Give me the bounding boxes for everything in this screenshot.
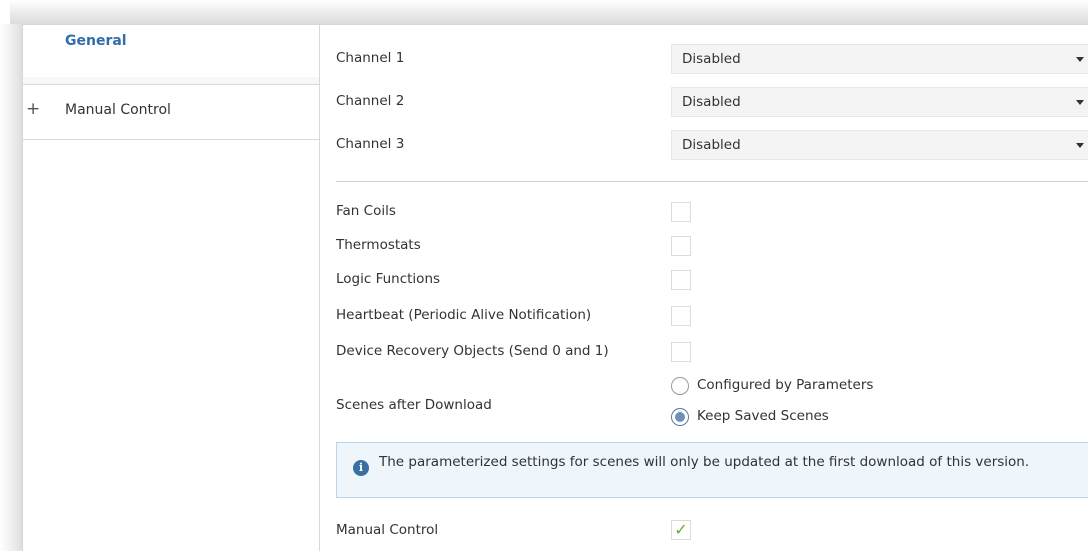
chevron-down-icon — [1076, 100, 1084, 105]
parameters-window: General + Manual Control Channel 1 Disab… — [22, 24, 1088, 551]
window-shadow-left — [0, 24, 22, 551]
fan-coils-checkbox[interactable] — [671, 202, 691, 222]
sidebar-spacer — [23, 77, 319, 84]
sidebar-item-manual-control[interactable]: + Manual Control — [23, 84, 319, 140]
logic-functions-label: Logic Functions — [336, 271, 441, 287]
info-box: i The parameterized settings for scenes … — [336, 442, 1088, 498]
window-shadow-top — [10, 0, 1088, 24]
channel-3-select[interactable]: Disabled — [671, 130, 1088, 160]
fan-coils-label: Fan Coils — [336, 203, 396, 219]
channel-1-label: Channel 1 — [336, 50, 405, 66]
channel-3-label: Channel 3 — [336, 136, 405, 152]
configured-by-parameters-radio[interactable] — [671, 377, 689, 395]
channel-2-value: Disabled — [682, 94, 741, 110]
channel-2-select[interactable]: Disabled — [671, 87, 1088, 117]
configured-by-parameters-label[interactable]: Configured by Parameters — [697, 377, 873, 393]
channel-2-label: Channel 2 — [336, 93, 405, 109]
parameters-panel: Channel 1 Disabled Channel 2 Disabled Ch… — [319, 25, 1088, 551]
manual-control-label: Manual Control — [336, 522, 439, 538]
heartbeat-checkbox[interactable] — [671, 306, 691, 326]
plus-icon[interactable]: + — [26, 99, 40, 119]
section-divider — [336, 181, 1088, 182]
keep-saved-scenes-label[interactable]: Keep Saved Scenes — [697, 408, 829, 424]
sidebar-item-general[interactable]: General — [23, 25, 319, 77]
manual-control-checkbox[interactable]: ✓ — [671, 520, 691, 540]
channel-3-value: Disabled — [682, 137, 741, 153]
sidebar-item-label: General — [65, 33, 127, 49]
channel-1-select[interactable]: Disabled — [671, 44, 1088, 74]
logic-functions-checkbox[interactable] — [671, 270, 691, 290]
chevron-down-icon — [1076, 143, 1084, 148]
thermostats-label: Thermostats — [336, 237, 421, 253]
device-recovery-label: Device Recovery Objects (Send 0 and 1) — [336, 343, 609, 359]
keep-saved-scenes-radio[interactable] — [671, 408, 689, 426]
chevron-down-icon — [1076, 57, 1084, 62]
channel-1-value: Disabled — [682, 51, 741, 67]
info-icon: i — [353, 460, 369, 476]
scenes-after-download-label: Scenes after Download — [336, 397, 492, 413]
info-text: The parameterized settings for scenes wi… — [379, 454, 1030, 470]
check-icon: ✓ — [674, 520, 688, 539]
sidebar: General + Manual Control — [23, 25, 320, 551]
heartbeat-label: Heartbeat (Periodic Alive Notification) — [336, 307, 592, 323]
device-recovery-checkbox[interactable] — [671, 342, 691, 362]
thermostats-checkbox[interactable] — [671, 236, 691, 256]
sidebar-item-label: Manual Control — [65, 102, 171, 118]
